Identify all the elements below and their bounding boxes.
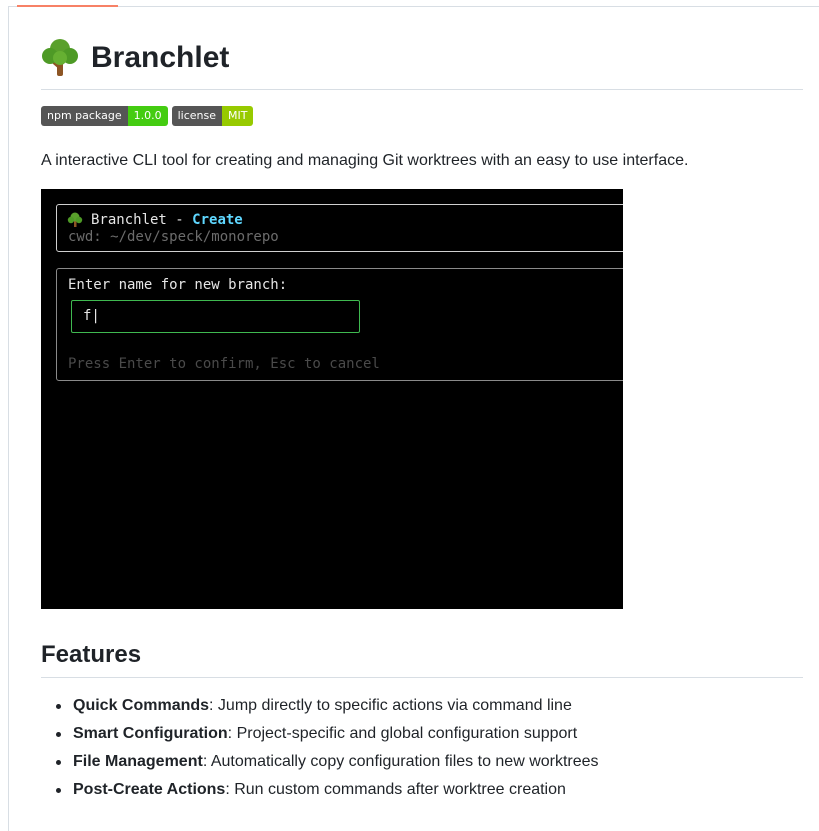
feature-desc: : Project-specific and global configurat… [227, 725, 578, 742]
badge-label: license [171, 106, 223, 126]
terminal-mode: Create [192, 212, 243, 228]
content-border [8, 6, 9, 831]
license-badge[interactable]: license MIT [171, 106, 254, 126]
terminal-hint: Press Enter to confirm, Esc to cancel [68, 356, 380, 372]
badge-label: npm package [41, 106, 128, 126]
intro-paragraph: A interactive CLI tool for creating and … [41, 152, 689, 169]
features-list: Quick Commands: Jump directly to specifi… [41, 692, 599, 804]
feature-name: File Management [73, 753, 203, 770]
terminal-screenshot: Branchlet - Create cwd: ~/dev/speck/mono… [41, 189, 623, 609]
bullet-icon [56, 760, 61, 765]
feature-name: Smart Configuration [73, 725, 228, 742]
bullet-icon [56, 704, 61, 709]
feature-name: Post-Create Actions [73, 781, 226, 798]
page-title-text: Branchlet [91, 41, 230, 74]
branch-name-input: f| [71, 300, 360, 333]
feature-desc: : Automatically copy configuration files… [202, 753, 599, 770]
npm-version-badge[interactable]: npm package 1.0.0 [41, 106, 168, 126]
badge-value: MIT [222, 106, 254, 126]
bullet-icon [56, 732, 61, 737]
terminal-prompt-label: Enter name for new branch: [68, 277, 288, 293]
terminal-title: Branchlet - Create [67, 212, 243, 228]
terminal-header-panel: Branchlet - Create cwd: ~/dev/speck/mono… [56, 204, 623, 252]
page-title: Branchlet [41, 38, 803, 78]
bullet-icon [56, 788, 61, 793]
feature-desc: : Jump directly to specific actions via … [209, 697, 572, 714]
features-heading: Features [41, 641, 142, 668]
badge-row: npm package 1.0.0 license MIT [41, 106, 254, 126]
terminal-prompt-panel: Enter name for new branch: f| Press Ente… [56, 268, 623, 381]
deciduous-tree-icon [42, 39, 78, 76]
header-divider [8, 6, 819, 7]
list-item: Quick Commands: Jump directly to specifi… [41, 692, 599, 720]
feature-desc: : Run custom commands after worktree cre… [225, 781, 566, 798]
list-item: Post-Create Actions: Run custom commands… [41, 776, 599, 804]
feature-name: Quick Commands [73, 697, 210, 714]
title-divider [41, 89, 803, 90]
active-tab-indicator [17, 5, 118, 7]
branch-name-value: f| [83, 308, 100, 324]
list-item: File Management: Automatically copy conf… [41, 748, 599, 776]
list-item: Smart Configuration: Project-specific an… [41, 720, 599, 748]
features-divider [41, 677, 803, 678]
terminal-cwd: cwd: ~/dev/speck/monorepo [68, 229, 279, 245]
terminal-app-name: Branchlet - [91, 212, 193, 228]
deciduous-tree-icon [67, 212, 83, 227]
badge-value: 1.0.0 [127, 106, 168, 126]
